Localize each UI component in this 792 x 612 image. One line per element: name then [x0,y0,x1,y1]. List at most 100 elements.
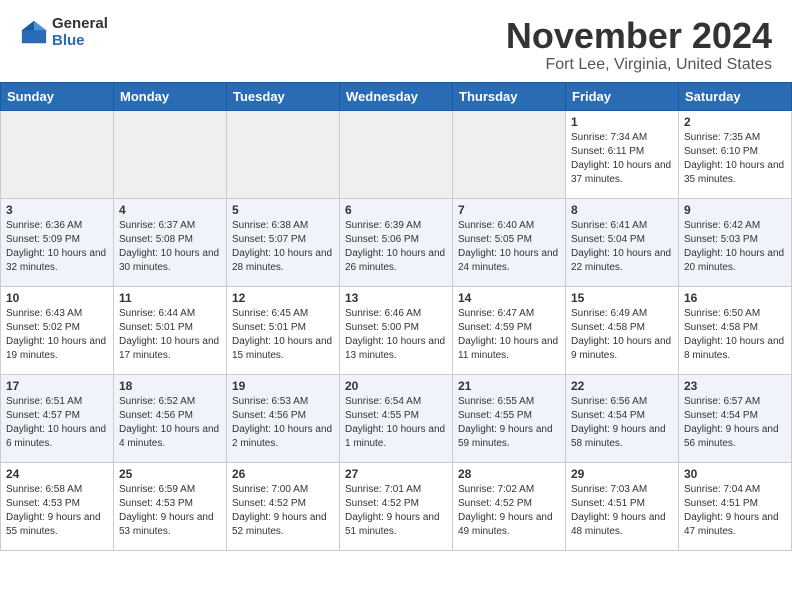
day-number: 12 [232,291,334,305]
calendar-header-monday: Monday [114,82,227,110]
day-number: 19 [232,379,334,393]
calendar-cell: 18 Sunrise: 6:52 AM Sunset: 4:56 PM Dayli… [114,374,227,462]
day-number: 13 [345,291,447,305]
day-info: Sunrise: 6:58 AM Sunset: 4:53 PM Dayligh… [6,483,108,539]
day-number: 10 [6,291,108,305]
day-info: Sunrise: 6:43 AM Sunset: 5:02 PM Dayligh… [6,307,108,363]
day-info: Sunrise: 6:47 AM Sunset: 4:59 PM Dayligh… [458,307,560,363]
day-info: Sunrise: 6:56 AM Sunset: 4:54 PM Dayligh… [571,395,673,451]
day-number: 8 [571,203,673,217]
calendar-cell: 22 Sunrise: 6:56 AM Sunset: 4:54 PM Dayli… [566,374,679,462]
logo: General Blue [20,16,108,49]
calendar-cell: 3Sunrise: 6:36 AM Sunset: 5:09 PM Daylig… [1,198,114,286]
calendar-header-thursday: Thursday [453,82,566,110]
calendar-cell: 8 Sunrise: 6:41 AM Sunset: 5:04 PM Daylig… [566,198,679,286]
day-number: 9 [684,203,786,217]
calendar-cell: 27Sunrise: 7:01 AM Sunset: 4:52 PM Dayli… [340,462,453,550]
day-info: Sunrise: 6:52 AM Sunset: 4:56 PM Dayligh… [119,395,221,451]
page-header: General Blue November 2024 Fort Lee, Vir… [0,0,792,82]
day-info: Sunrise: 6:53 AM Sunset: 4:56 PM Dayligh… [232,395,334,451]
logo-icon [20,19,48,47]
day-number: 5 [232,203,334,217]
calendar-table: SundayMondayTuesdayWednesdayThursdayFrid… [0,82,792,551]
calendar-cell: 16 Sunrise: 6:50 AM Sunset: 4:58 PM Dayli… [679,286,792,374]
calendar-header-friday: Friday [566,82,679,110]
day-info: Sunrise: 6:36 AM Sunset: 5:09 PM Dayligh… [6,219,108,275]
day-number: 21 [458,379,560,393]
day-info: Sunrise: 7:04 AM Sunset: 4:51 PM Dayligh… [684,483,786,539]
calendar-cell: 13 Sunrise: 6:46 AM Sunset: 5:00 PM Dayli… [340,286,453,374]
logo-text: General Blue [52,16,108,49]
calendar-cell: 20 Sunrise: 6:54 AM Sunset: 4:55 PM Dayli… [340,374,453,462]
calendar-cell [227,110,340,198]
calendar-week-row: 10 Sunrise: 6:43 AM Sunset: 5:02 PM Dayli… [1,286,792,374]
day-number: 1 [571,115,673,129]
day-info: Sunrise: 6:46 AM Sunset: 5:00 PM Dayligh… [345,307,447,363]
day-info: Sunrise: 7:34 AM Sunset: 6:11 PM Dayligh… [571,131,673,187]
day-info: Sunrise: 7:00 AM Sunset: 4:52 PM Dayligh… [232,483,334,539]
day-info: Sunrise: 6:49 AM Sunset: 4:58 PM Dayligh… [571,307,673,363]
day-number: 27 [345,467,447,481]
day-info: Sunrise: 6:39 AM Sunset: 5:06 PM Dayligh… [345,219,447,275]
day-number: 15 [571,291,673,305]
day-number: 22 [571,379,673,393]
calendar-cell: 26 Sunrise: 7:00 AM Sunset: 4:52 PM Dayli… [227,462,340,550]
day-info: Sunrise: 6:59 AM Sunset: 4:53 PM Dayligh… [119,483,221,539]
calendar-cell: 12Sunrise: 6:45 AM Sunset: 5:01 PM Dayli… [227,286,340,374]
day-number: 20 [345,379,447,393]
day-number: 29 [571,467,673,481]
calendar-cell: 10 Sunrise: 6:43 AM Sunset: 5:02 PM Dayli… [1,286,114,374]
day-number: 26 [232,467,334,481]
day-info: Sunrise: 7:03 AM Sunset: 4:51 PM Dayligh… [571,483,673,539]
day-number: 4 [119,203,221,217]
calendar-cell: 11 Sunrise: 6:44 AM Sunset: 5:01 PM Dayli… [114,286,227,374]
calendar-cell: 6 Sunrise: 6:39 AM Sunset: 5:06 PM Daylig… [340,198,453,286]
day-number: 30 [684,467,786,481]
month-title: November 2024 [506,16,772,56]
day-info: Sunrise: 6:54 AM Sunset: 4:55 PM Dayligh… [345,395,447,451]
day-info: Sunrise: 7:02 AM Sunset: 4:52 PM Dayligh… [458,483,560,539]
calendar-cell: 25 Sunrise: 6:59 AM Sunset: 4:53 PM Dayli… [114,462,227,550]
day-info: Sunrise: 6:57 AM Sunset: 4:54 PM Dayligh… [684,395,786,451]
logo-blue: Blue [52,33,108,50]
logo-general: General [52,16,108,33]
day-info: Sunrise: 6:41 AM Sunset: 5:04 PM Dayligh… [571,219,673,275]
calendar-header-row: SundayMondayTuesdayWednesdayThursdayFrid… [1,82,792,110]
calendar-cell [114,110,227,198]
calendar-cell: 29 Sunrise: 7:03 AM Sunset: 4:51 PM Dayli… [566,462,679,550]
calendar-week-row: 24Sunrise: 6:58 AM Sunset: 4:53 PM Dayli… [1,462,792,550]
calendar-header-wednesday: Wednesday [340,82,453,110]
calendar-week-row: 17 Sunrise: 6:51 AM Sunset: 4:57 PM Dayli… [1,374,792,462]
calendar-header-tuesday: Tuesday [227,82,340,110]
day-number: 11 [119,291,221,305]
calendar-cell: 28 Sunrise: 7:02 AM Sunset: 4:52 PM Dayli… [453,462,566,550]
day-info: Sunrise: 6:44 AM Sunset: 5:01 PM Dayligh… [119,307,221,363]
day-info: Sunrise: 6:50 AM Sunset: 4:58 PM Dayligh… [684,307,786,363]
day-info: Sunrise: 6:38 AM Sunset: 5:07 PM Dayligh… [232,219,334,275]
calendar-cell [340,110,453,198]
calendar-week-row: 1 Sunrise: 7:34 AM Sunset: 6:11 PM Daylig… [1,110,792,198]
day-number: 16 [684,291,786,305]
day-number: 6 [345,203,447,217]
calendar-cell: 24Sunrise: 6:58 AM Sunset: 4:53 PM Dayli… [1,462,114,550]
day-number: 28 [458,467,560,481]
calendar-cell: 2Sunrise: 7:35 AM Sunset: 6:10 PM Daylig… [679,110,792,198]
day-info: Sunrise: 6:40 AM Sunset: 5:05 PM Dayligh… [458,219,560,275]
day-info: Sunrise: 6:51 AM Sunset: 4:57 PM Dayligh… [6,395,108,451]
day-number: 18 [119,379,221,393]
calendar-cell: 17 Sunrise: 6:51 AM Sunset: 4:57 PM Dayli… [1,374,114,462]
calendar-cell: 1 Sunrise: 7:34 AM Sunset: 6:11 PM Daylig… [566,110,679,198]
day-info: Sunrise: 6:55 AM Sunset: 4:55 PM Dayligh… [458,395,560,451]
calendar-cell: 23 Sunrise: 6:57 AM Sunset: 4:54 PM Dayli… [679,374,792,462]
day-number: 23 [684,379,786,393]
day-number: 17 [6,379,108,393]
calendar-cell: 7 Sunrise: 6:40 AM Sunset: 5:05 PM Daylig… [453,198,566,286]
calendar-cell: 5 Sunrise: 6:38 AM Sunset: 5:07 PM Daylig… [227,198,340,286]
day-number: 7 [458,203,560,217]
calendar-cell: 4Sunrise: 6:37 AM Sunset: 5:08 PM Daylig… [114,198,227,286]
day-number: 25 [119,467,221,481]
calendar-cell [453,110,566,198]
calendar-cell: 19 Sunrise: 6:53 AM Sunset: 4:56 PM Dayli… [227,374,340,462]
calendar-cell: 21 Sunrise: 6:55 AM Sunset: 4:55 PM Dayli… [453,374,566,462]
calendar-cell: 30 Sunrise: 7:04 AM Sunset: 4:51 PM Dayli… [679,462,792,550]
